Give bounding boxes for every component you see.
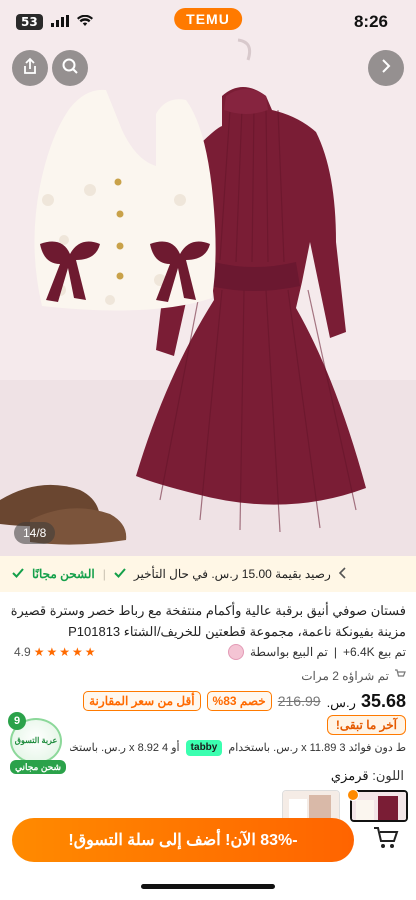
color-value: قرمزي — [330, 768, 369, 783]
signal-icon — [50, 12, 69, 31]
sold-info: تم بيع 6.4K+ | تم البيع بواسطة — [228, 644, 406, 660]
cart-button[interactable] — [366, 822, 406, 858]
rating-row: 4.9 ★ ★ ★ ★ ★ تم بيع 6.4K+ | تم البيع بو… — [10, 642, 406, 662]
discount-tag: خصم 83% — [206, 691, 272, 711]
tabby-badge: tabby — [185, 740, 223, 757]
delay-credit-label: رصيد بقيمة 15.00 ر.س. في حال التأخير — [133, 567, 331, 581]
promo-count-badge: 9 — [8, 712, 26, 730]
share-button[interactable] — [12, 50, 48, 86]
hot-dot-icon — [347, 789, 359, 801]
next-image-button[interactable] — [368, 50, 404, 86]
installments-suffix: أو 4 x 8.92 ر.س. باستخدا — [70, 742, 180, 754]
installments-prefix: ط دون فوائد 3 x 11.89 ر.س. باستخدام — [228, 742, 406, 754]
color-label-row: اللون: قرمزي — [331, 768, 404, 784]
star-icon: ★ — [71, 645, 83, 659]
bought-label: تم شراؤه 2 مرات — [301, 668, 389, 683]
promo-label: عربة التسوق — [14, 736, 58, 745]
cart-small-icon — [394, 668, 406, 683]
status-bar: 53 TEMU 8:26 — [0, 0, 416, 44]
installments-row[interactable]: ط دون فوائد 3 x 11.89 ر.س. باستخدام tabb… — [70, 737, 406, 759]
last-chance-label: آخر ما تبقى! — [326, 715, 406, 735]
home-indicator — [141, 884, 275, 889]
bought-count: تم شراؤه 2 مرات — [301, 668, 406, 683]
color-label: اللون: — [372, 768, 404, 783]
promo-free-shipping: شحن مجاني — [10, 760, 66, 774]
rating-stars[interactable]: 4.9 ★ ★ ★ ★ ★ — [10, 645, 95, 659]
temu-badge[interactable]: TEMU — [174, 8, 242, 30]
compare-tag[interactable]: أقل من سعر المقارنة — [83, 691, 201, 711]
search-button[interactable] — [52, 50, 88, 86]
seller-prefix: تم البيع بواسطة — [250, 645, 328, 659]
rating-value: 4.9 — [14, 645, 31, 659]
star-icon: ★ — [33, 645, 45, 659]
separator: | — [102, 567, 106, 581]
shipping-bar[interactable]: الشحن مجانًا | رصيد بقيمة 15.00 ر.س. في … — [0, 556, 416, 592]
status-time: 8:26 — [353, 12, 388, 31]
current-price: 35.68 ر.س. — [327, 691, 406, 712]
price-currency: ر.س. — [326, 694, 356, 710]
free-shipping-label: الشحن مجانًا — [32, 567, 95, 581]
cart-promo-widget[interactable]: عربة التسوق 9 شحن مجاني — [8, 712, 66, 774]
star-icon: ★ — [59, 645, 70, 659]
seller-avatar[interactable] — [228, 644, 244, 660]
check-icon — [12, 567, 24, 582]
price-row: 35.68 ر.س. 216.99 خصم 83% أقل من سعر الم… — [10, 688, 406, 714]
search-icon — [61, 57, 79, 79]
product-image[interactable]: 53 TEMU 8:26 14/8 — [0, 0, 416, 556]
last-chance-badge: آخر ما تبقى! — [326, 714, 406, 735]
price-value: 35.68 — [360, 690, 406, 711]
check-icon — [114, 567, 126, 582]
star-icon: ★ — [46, 645, 57, 659]
separator: | — [333, 645, 337, 659]
old-price: 216.99 — [277, 693, 321, 709]
image-counter: 14/8 — [14, 522, 56, 544]
share-icon — [21, 57, 39, 79]
star-icon: ★ — [84, 645, 96, 659]
chevron-right-icon — [379, 58, 393, 78]
sold-count: تم بيع 6.4K+ — [342, 645, 406, 659]
wifi-icon — [76, 12, 93, 31]
cart-icon — [372, 825, 400, 855]
product-title: فستان صوفي أنيق برقبة عالية وأكمام منتفخ… — [10, 603, 406, 639]
status-left: 53 — [16, 12, 93, 31]
chevron-left-icon — [338, 566, 347, 582]
sim-badge: 53 — [16, 13, 43, 30]
add-to-cart-button[interactable]: -83% الآن! أضف إلى سلة التسوق! — [12, 818, 354, 862]
